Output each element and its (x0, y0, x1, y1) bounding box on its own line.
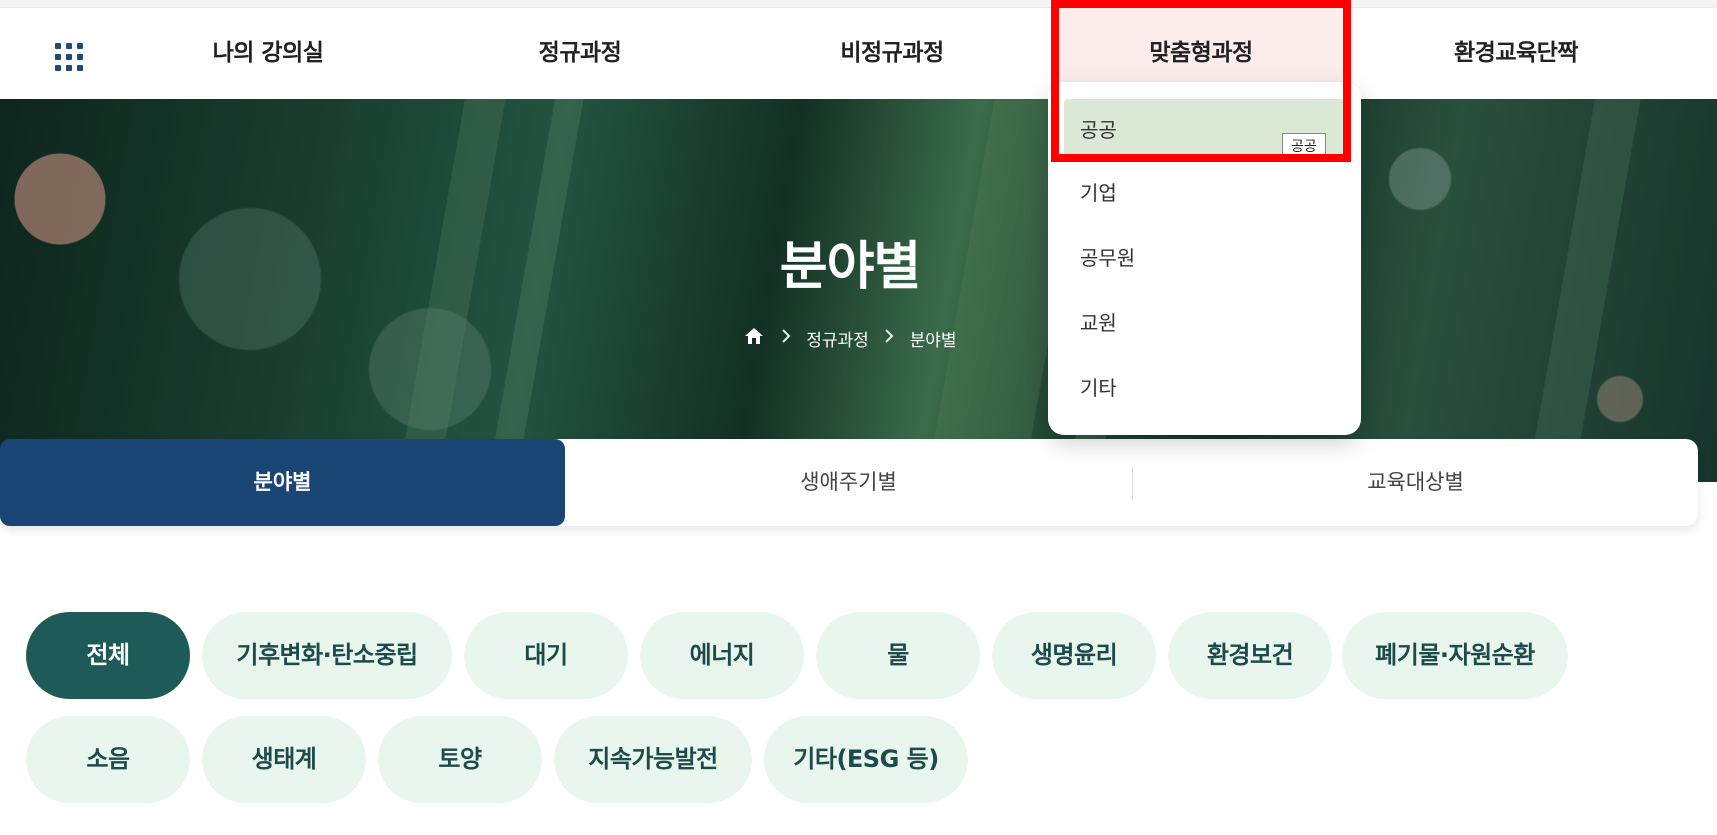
grid-menu-icon[interactable] (55, 43, 85, 73)
category-tabs: 분야별 생애주기별 교육대상별 (0, 439, 1698, 526)
nav-irregular-course[interactable]: 비정규과정 (772, 8, 1012, 99)
nav-regular-course[interactable]: 정규과정 (460, 8, 700, 99)
chip-climate-carbon[interactable]: 기후변화·탄소중립 (202, 612, 452, 699)
chip-other-esg[interactable]: 기타(ESG 등) (764, 716, 968, 803)
breadcrumb: 정규과정 분야별 (0, 326, 1700, 351)
chip-all[interactable]: 전체 (26, 612, 190, 699)
chip-air[interactable]: 대기 (464, 612, 628, 699)
top-line (0, 0, 1717, 8)
dropdown-item-other[interactable]: 기타 (1064, 357, 1345, 419)
dropdown-item-civil-servant[interactable]: 공무원 (1064, 227, 1345, 289)
breadcrumb-item-regular[interactable]: 정규과정 (806, 326, 869, 351)
nav-env-edu-partner[interactable]: 환경교육단짝 (1396, 8, 1636, 99)
chip-env-health[interactable]: 환경보건 (1168, 612, 1332, 699)
annotation-highlight-box (1051, 0, 1351, 162)
chevron-right-icon (884, 328, 894, 349)
dropdown-item-teacher[interactable]: 교원 (1064, 292, 1345, 354)
tab-by-target[interactable]: 교육대상별 (1133, 439, 1698, 526)
breadcrumb-item-field[interactable]: 분야별 (910, 326, 957, 351)
dropdown-item-company[interactable]: 기업 (1064, 162, 1345, 224)
chip-soil[interactable]: 토양 (378, 716, 542, 803)
chip-water[interactable]: 물 (816, 612, 980, 699)
chevron-right-icon (781, 328, 791, 349)
chip-bioethics[interactable]: 생명윤리 (992, 612, 1156, 699)
chip-sustainable-dev[interactable]: 지속가능발전 (554, 716, 752, 803)
chip-waste-recycling[interactable]: 폐기물·자원순환 (1342, 612, 1568, 699)
hero-banner: 분야별 정규과정 분야별 (0, 99, 1717, 482)
chip-ecosystem[interactable]: 생태계 (202, 716, 366, 803)
home-icon[interactable] (743, 326, 765, 351)
chip-energy[interactable]: 에너지 (640, 612, 804, 699)
chip-noise[interactable]: 소음 (26, 716, 190, 803)
nav-my-classroom[interactable]: 나의 강의실 (148, 8, 388, 99)
tab-by-life-cycle[interactable]: 생애주기별 (565, 439, 1132, 526)
tab-by-field[interactable]: 분야별 (0, 439, 565, 526)
page-title: 분야별 (779, 237, 922, 297)
